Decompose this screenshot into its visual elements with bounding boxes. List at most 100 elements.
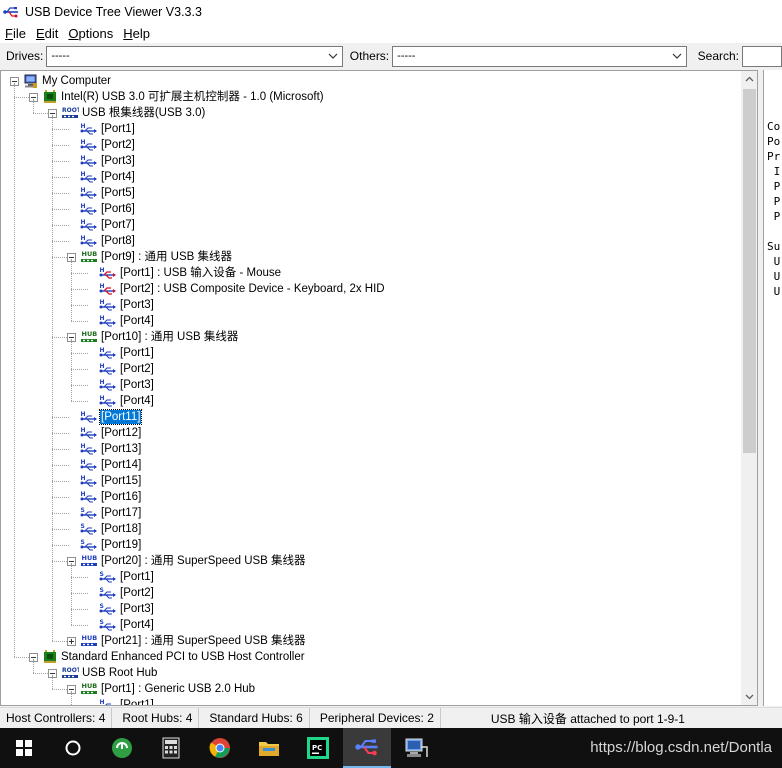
tree-node-label: [Port20] : 通用 SuperSpeed USB 集线器	[101, 555, 306, 567]
svg-text:ROOT: ROOT	[62, 107, 79, 114]
menu-file[interactable]: File	[0, 26, 30, 41]
tree-node[interactable]: S [Port2]	[99, 585, 155, 601]
menu-options[interactable]: Options	[63, 26, 117, 41]
tree-node[interactable]: Intel(R) USB 3.0 可扩展主机控制器 - 1.0 (Microso…	[42, 89, 325, 105]
tree-node[interactable]: My Computer	[23, 73, 112, 89]
taskbar-usb-tree-viewer-icon[interactable]	[343, 728, 391, 768]
tree-node[interactable]: H [Port1]	[80, 121, 136, 137]
usb-port-icon: H	[80, 233, 98, 249]
info-line: Po	[767, 135, 781, 148]
svg-text:S: S	[100, 603, 104, 610]
tree-connector-line	[52, 161, 69, 162]
tree-connector-line	[33, 99, 34, 113]
tree-node[interactable]: H [Port11]	[80, 409, 143, 425]
status-host-controllers: Host Controllers: 4	[0, 708, 113, 728]
scroll-up-arrow-icon[interactable]	[741, 71, 758, 88]
tree-node[interactable]: H [Port7]	[80, 217, 136, 233]
tree-node-label: [Port14]	[101, 459, 142, 471]
tree-vertical-scrollbar[interactable]	[741, 71, 758, 705]
taskbar-cortana-icon[interactable]	[49, 728, 97, 768]
taskbar-file-explorer-icon[interactable]	[245, 728, 293, 768]
usb-port-icon: H	[80, 121, 98, 137]
menu-edit[interactable]: Edit	[31, 26, 62, 41]
tree-node[interactable]: H [Port2]	[99, 361, 155, 377]
tree-node[interactable]: H [Port1]	[99, 345, 155, 361]
tree-node[interactable]: H [Port3]	[99, 377, 155, 393]
tree-node[interactable]: ROOTUSB Root Hub	[61, 665, 158, 681]
tree-node[interactable]: ROOTUSB 根集线器(USB 3.0)	[61, 105, 206, 121]
tree-node[interactable]: S [Port19]	[80, 537, 142, 553]
superspeed-port-icon: S	[99, 601, 117, 617]
tree-node[interactable]: H [Port4]	[80, 169, 136, 185]
tree-node-label: [Port17]	[101, 507, 142, 519]
drives-label: Drives:	[6, 49, 44, 63]
tree-connector-line	[52, 417, 69, 418]
computer-icon	[23, 73, 39, 89]
tree-node-label: My Computer	[42, 75, 112, 87]
tree-node[interactable]: H [Port2] : USB Composite Device - Keyboa…	[99, 281, 386, 297]
tree-node[interactable]: H [Port3]	[80, 153, 136, 169]
tree-node[interactable]: H [Port5]	[80, 185, 136, 201]
tree-node[interactable]: H [Port6]	[80, 201, 136, 217]
tree-node[interactable]: H [Port12]	[80, 425, 142, 441]
tree-node[interactable]: H [Port1]	[99, 697, 155, 705]
tree-node[interactable]: H [Port8]	[80, 233, 136, 249]
tree-connector-line	[52, 675, 53, 689]
tree-node[interactable]: HUB [Port10] : 通用 USB 集线器	[80, 329, 239, 345]
tree-node[interactable]: S [Port17]	[80, 505, 142, 521]
usb-port-icon: H	[80, 153, 98, 169]
taskbar-app-green-icon[interactable]	[98, 728, 146, 768]
svg-text:H: H	[81, 459, 86, 466]
tree-node-label: [Port2] : USB Composite Device - Keyboar…	[120, 283, 385, 295]
tree-connector-line	[71, 625, 88, 626]
device-info-panel[interactable]: Co Po Pr I P P P Su U U U	[763, 70, 782, 706]
tree-node[interactable]: H [Port13]	[80, 441, 142, 457]
tree-node[interactable]: Standard Enhanced PCI to USB Host Contro…	[42, 649, 306, 665]
tree-node[interactable]: H [Port16]	[80, 489, 142, 505]
taskbar-chrome-icon[interactable]	[196, 728, 244, 768]
tree-node[interactable]: HUB [Port21] : 通用 SuperSpeed USB 集线器	[80, 633, 307, 649]
usb-hub-icon: HUB	[80, 329, 98, 345]
scrollbar-thumb[interactable]	[743, 89, 756, 453]
usb-port-icon: H	[99, 297, 117, 313]
svg-text:H: H	[100, 315, 105, 322]
tree-node[interactable]: H [Port3]	[99, 297, 155, 313]
taskbar-network-app-icon[interactable]	[392, 728, 440, 768]
tree-node[interactable]: H [Port4]	[99, 313, 155, 329]
tree-node-label: [Port1]	[120, 347, 154, 359]
svg-text:H: H	[81, 203, 86, 210]
tree-node[interactable]: H [Port1] : USB 输入设备 - Mouse	[99, 265, 282, 281]
tree-connector-line	[71, 385, 88, 386]
tree-node[interactable]: HUB [Port9] : 通用 USB 集线器	[80, 249, 233, 265]
tree-connector-line	[71, 273, 88, 274]
device-tree[interactable]: My Computer Intel(R) USB 3.0 可扩展主机控制器 - 1…	[1, 71, 741, 705]
svg-text:HUB: HUB	[82, 250, 98, 258]
tree-node[interactable]: H [Port2]	[80, 137, 136, 153]
menu-help[interactable]: Help	[118, 26, 154, 41]
drives-combo[interactable]: -----	[46, 45, 343, 67]
others-combo[interactable]: -----	[392, 45, 687, 67]
tree-node-label: [Port1]	[120, 571, 154, 583]
tree-node-label: [Port2]	[120, 363, 154, 375]
tree-node[interactable]: S [Port18]	[80, 521, 142, 537]
taskbar-pycharm-icon[interactable]: PC	[294, 728, 342, 768]
tree-connector-line	[52, 225, 69, 226]
taskbar-calculator-icon[interactable]	[147, 728, 195, 768]
usb-port-icon: H	[80, 409, 98, 425]
search-input[interactable]	[742, 45, 782, 67]
superspeed-port-icon: S	[99, 585, 117, 601]
tree-node[interactable]: H [Port15]	[80, 473, 142, 489]
tree-node[interactable]: HUB [Port1] : Generic USB 2.0 Hub	[80, 681, 256, 697]
tree-node[interactable]: S [Port4]	[99, 617, 155, 633]
taskbar-windows-start-icon[interactable]	[0, 728, 48, 768]
svg-text:HUB: HUB	[82, 554, 98, 562]
scroll-down-arrow-icon[interactable]	[741, 688, 758, 705]
tree-expand-icon[interactable]	[67, 637, 76, 646]
tree-node[interactable]: H [Port14]	[80, 457, 142, 473]
tree-node[interactable]: S [Port3]	[99, 601, 155, 617]
tree-node[interactable]: S [Port1]	[99, 569, 155, 585]
tree-node[interactable]: H [Port4]	[99, 393, 155, 409]
svg-text:H: H	[81, 171, 86, 178]
tree-node[interactable]: HUB [Port20] : 通用 SuperSpeed USB 集线器	[80, 553, 307, 569]
tree-node-label: [Port3]	[101, 155, 135, 167]
